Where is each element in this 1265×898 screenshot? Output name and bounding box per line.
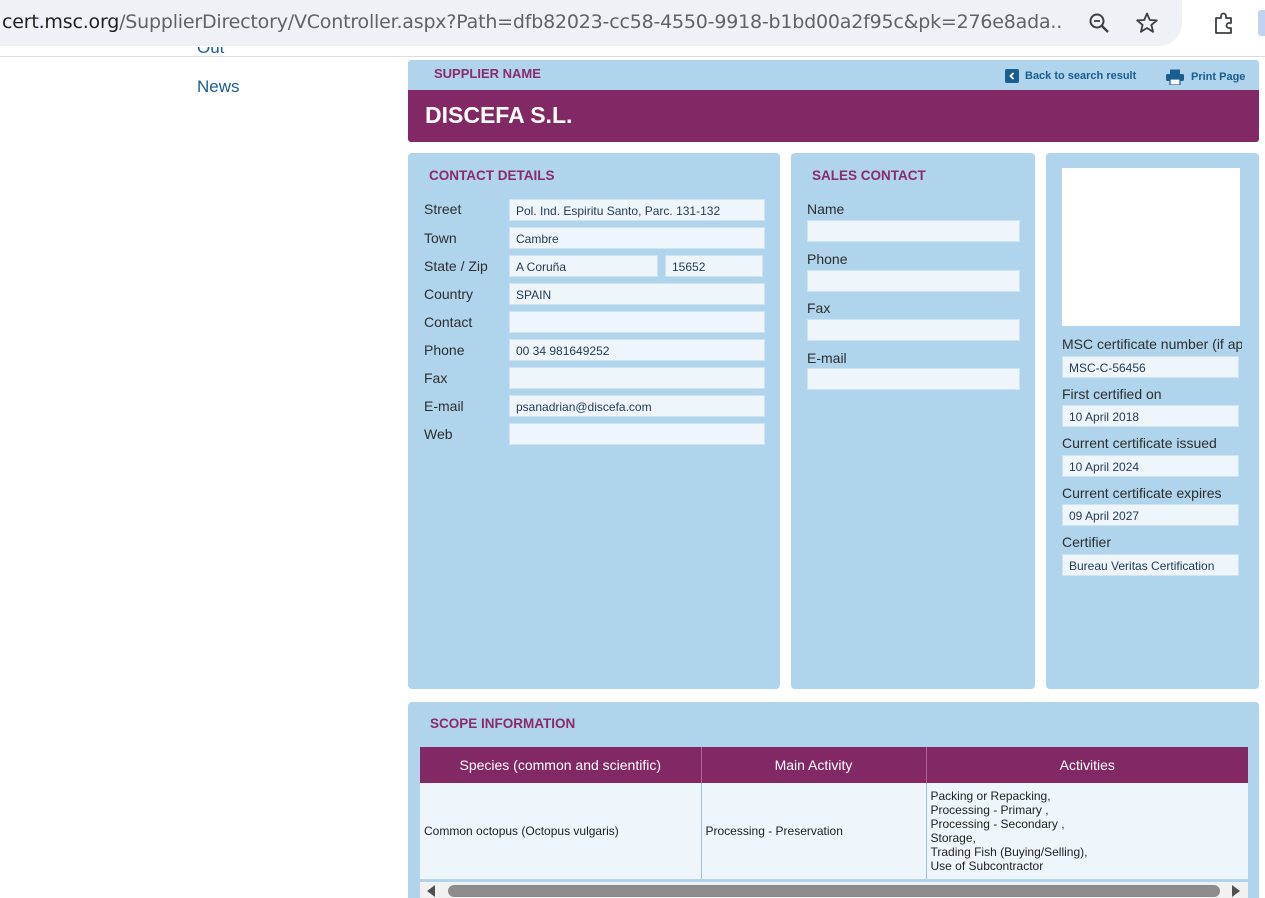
back-to-search-label: Back to search result	[1025, 70, 1137, 82]
nav-item-cut[interactable]: Out	[197, 47, 257, 63]
certifier-field[interactable]: Bureau Veritas Certification	[1062, 554, 1239, 576]
scroll-right-arrow-icon[interactable]	[1232, 885, 1240, 897]
certifier-label: Certifier	[1062, 534, 1112, 550]
sales-phone-label: Phone	[807, 251, 848, 267]
certificate-panel: MSC certificate number (if applicable) M…	[1046, 153, 1259, 689]
main-activity-cell: Processing - Preservation	[701, 783, 927, 879]
country-label: Country	[424, 286, 474, 302]
printer-icon	[1165, 69, 1185, 85]
species-column-header: Species (common and scientific)	[420, 747, 702, 783]
url-host: cert.msc.org	[2, 11, 120, 33]
cert-issued-field[interactable]: 10 April 2024	[1062, 455, 1239, 477]
sales-fax-field[interactable]	[807, 319, 1020, 341]
fax-field[interactable]	[509, 367, 765, 389]
street-label: Street	[424, 201, 462, 217]
web-field[interactable]	[509, 423, 765, 445]
activities-column-header: Activities	[926, 747, 1248, 783]
state-zip-label: State / Zip	[424, 258, 488, 274]
contact-details-title: CONTACT DETAILS	[429, 168, 555, 183]
cert-number-label: MSC certificate number (if applicable)	[1062, 336, 1242, 352]
web-label: Web	[424, 426, 453, 442]
activity-item: Packing or Repacking,	[930, 789, 1051, 803]
url-text[interactable]: cert.msc.org/SupplierDirectory/VControll…	[2, 11, 1062, 33]
sales-name-label: Name	[807, 201, 845, 217]
town-field[interactable]: Cambre	[509, 227, 765, 249]
sales-phone-field[interactable]	[807, 270, 1020, 292]
cert-issued-label: Current certificate issued	[1062, 435, 1217, 451]
scope-information-title: SCOPE INFORMATION	[430, 716, 576, 731]
species-cell: Common octopus (Octopus vulgaris)	[420, 783, 702, 879]
contact-field[interactable]	[509, 311, 765, 333]
nav-item-cut-label: Out	[197, 47, 225, 57]
first-certified-label: First certified on	[1062, 386, 1162, 402]
scope-information-panel: SCOPE INFORMATION Species (common and sc…	[408, 702, 1259, 898]
address-bar[interactable]: cert.msc.org/SupplierDirectory/VControll…	[0, 0, 1182, 46]
sales-contact-title: SALES CONTACT	[812, 168, 926, 183]
street-field[interactable]: Pol. Ind. Espiritu Santo, Parc. 131-132	[509, 199, 765, 221]
town-label: Town	[424, 230, 457, 246]
sales-fax-label: Fax	[807, 300, 831, 316]
activity-item: Storage,	[930, 831, 976, 845]
cert-expires-label: Current certificate expires	[1062, 485, 1222, 501]
scroll-left-arrow-icon[interactable]	[427, 885, 435, 897]
scrollbar-thumb[interactable]	[448, 885, 1220, 897]
certificate-logo-image	[1062, 168, 1240, 326]
supplier-name: DISCEFA S.L.	[425, 102, 573, 128]
sales-contact-panel: SALES CONTACT Name Phone Fax E-mail	[791, 153, 1035, 689]
extensions-puzzle-icon[interactable]	[1210, 9, 1238, 37]
activity-item: Use of Subcontractor	[930, 859, 1044, 873]
chevron-left-icon	[1005, 69, 1019, 83]
contact-label: Contact	[424, 314, 473, 330]
email-field[interactable]: psanadrian@discefa.com	[509, 395, 765, 417]
nav-item-news[interactable]: News	[197, 77, 240, 97]
print-page-label: Print Page	[1191, 71, 1246, 83]
supplier-header: SUPPLIER NAME Back to search result Prin…	[408, 60, 1259, 142]
print-page-link[interactable]: Print Page	[1165, 69, 1245, 85]
activity-item: Trading Fish (Buying/Selling),	[930, 845, 1088, 859]
back-to-search-link[interactable]: Back to search result	[1005, 69, 1136, 83]
cert-number-field[interactable]: MSC-C-56456	[1062, 356, 1239, 378]
main-activity-column-header: Main Activity	[701, 747, 927, 783]
table-row: Common octopus (Octopus vulgaris) Proces…	[420, 783, 1248, 879]
sales-email-field[interactable]	[807, 368, 1020, 390]
sales-email-label: E-mail	[807, 350, 847, 366]
supplier-name-bar: DISCEFA S.L.	[408, 90, 1259, 142]
scope-table: Species (common and scientific) Main Act…	[420, 747, 1248, 879]
table-horizontal-scrollbar[interactable]	[420, 882, 1248, 898]
sales-name-field[interactable]	[807, 220, 1020, 242]
activities-cell: Packing or Repacking, Processing - Prima…	[926, 783, 1248, 879]
profile-edge[interactable]	[1258, 10, 1265, 36]
fax-label: Fax	[424, 370, 448, 386]
url-path: /SupplierDirectory/VController.aspx?Path…	[119, 11, 1062, 33]
phone-label: Phone	[424, 342, 465, 358]
activity-item: Processing - Primary ,	[930, 803, 1049, 817]
zip-field[interactable]: 15652	[665, 255, 763, 277]
supplier-name-label: SUPPLIER NAME	[434, 66, 541, 81]
zoom-icon[interactable]	[1085, 9, 1113, 37]
first-certified-field[interactable]: 10 April 2018	[1062, 405, 1239, 427]
cert-expires-field[interactable]: 09 April 2027	[1062, 504, 1239, 526]
bookmark-star-icon[interactable]	[1133, 9, 1161, 37]
browser-toolbar: cert.msc.org/SupplierDirectory/VControll…	[0, 0, 1265, 57]
contact-details-panel: CONTACT DETAILS Street Pol. Ind. Espirit…	[408, 153, 780, 689]
email-label: E-mail	[424, 398, 464, 414]
phone-field[interactable]: 00 34 981649252	[509, 339, 765, 361]
country-field[interactable]: SPAIN	[509, 283, 765, 305]
scope-table-header-row: Species (common and scientific) Main Act…	[420, 747, 1248, 783]
state-field[interactable]: A Coruña	[509, 255, 658, 277]
activity-item: Processing - Secondary ,	[930, 817, 1065, 831]
